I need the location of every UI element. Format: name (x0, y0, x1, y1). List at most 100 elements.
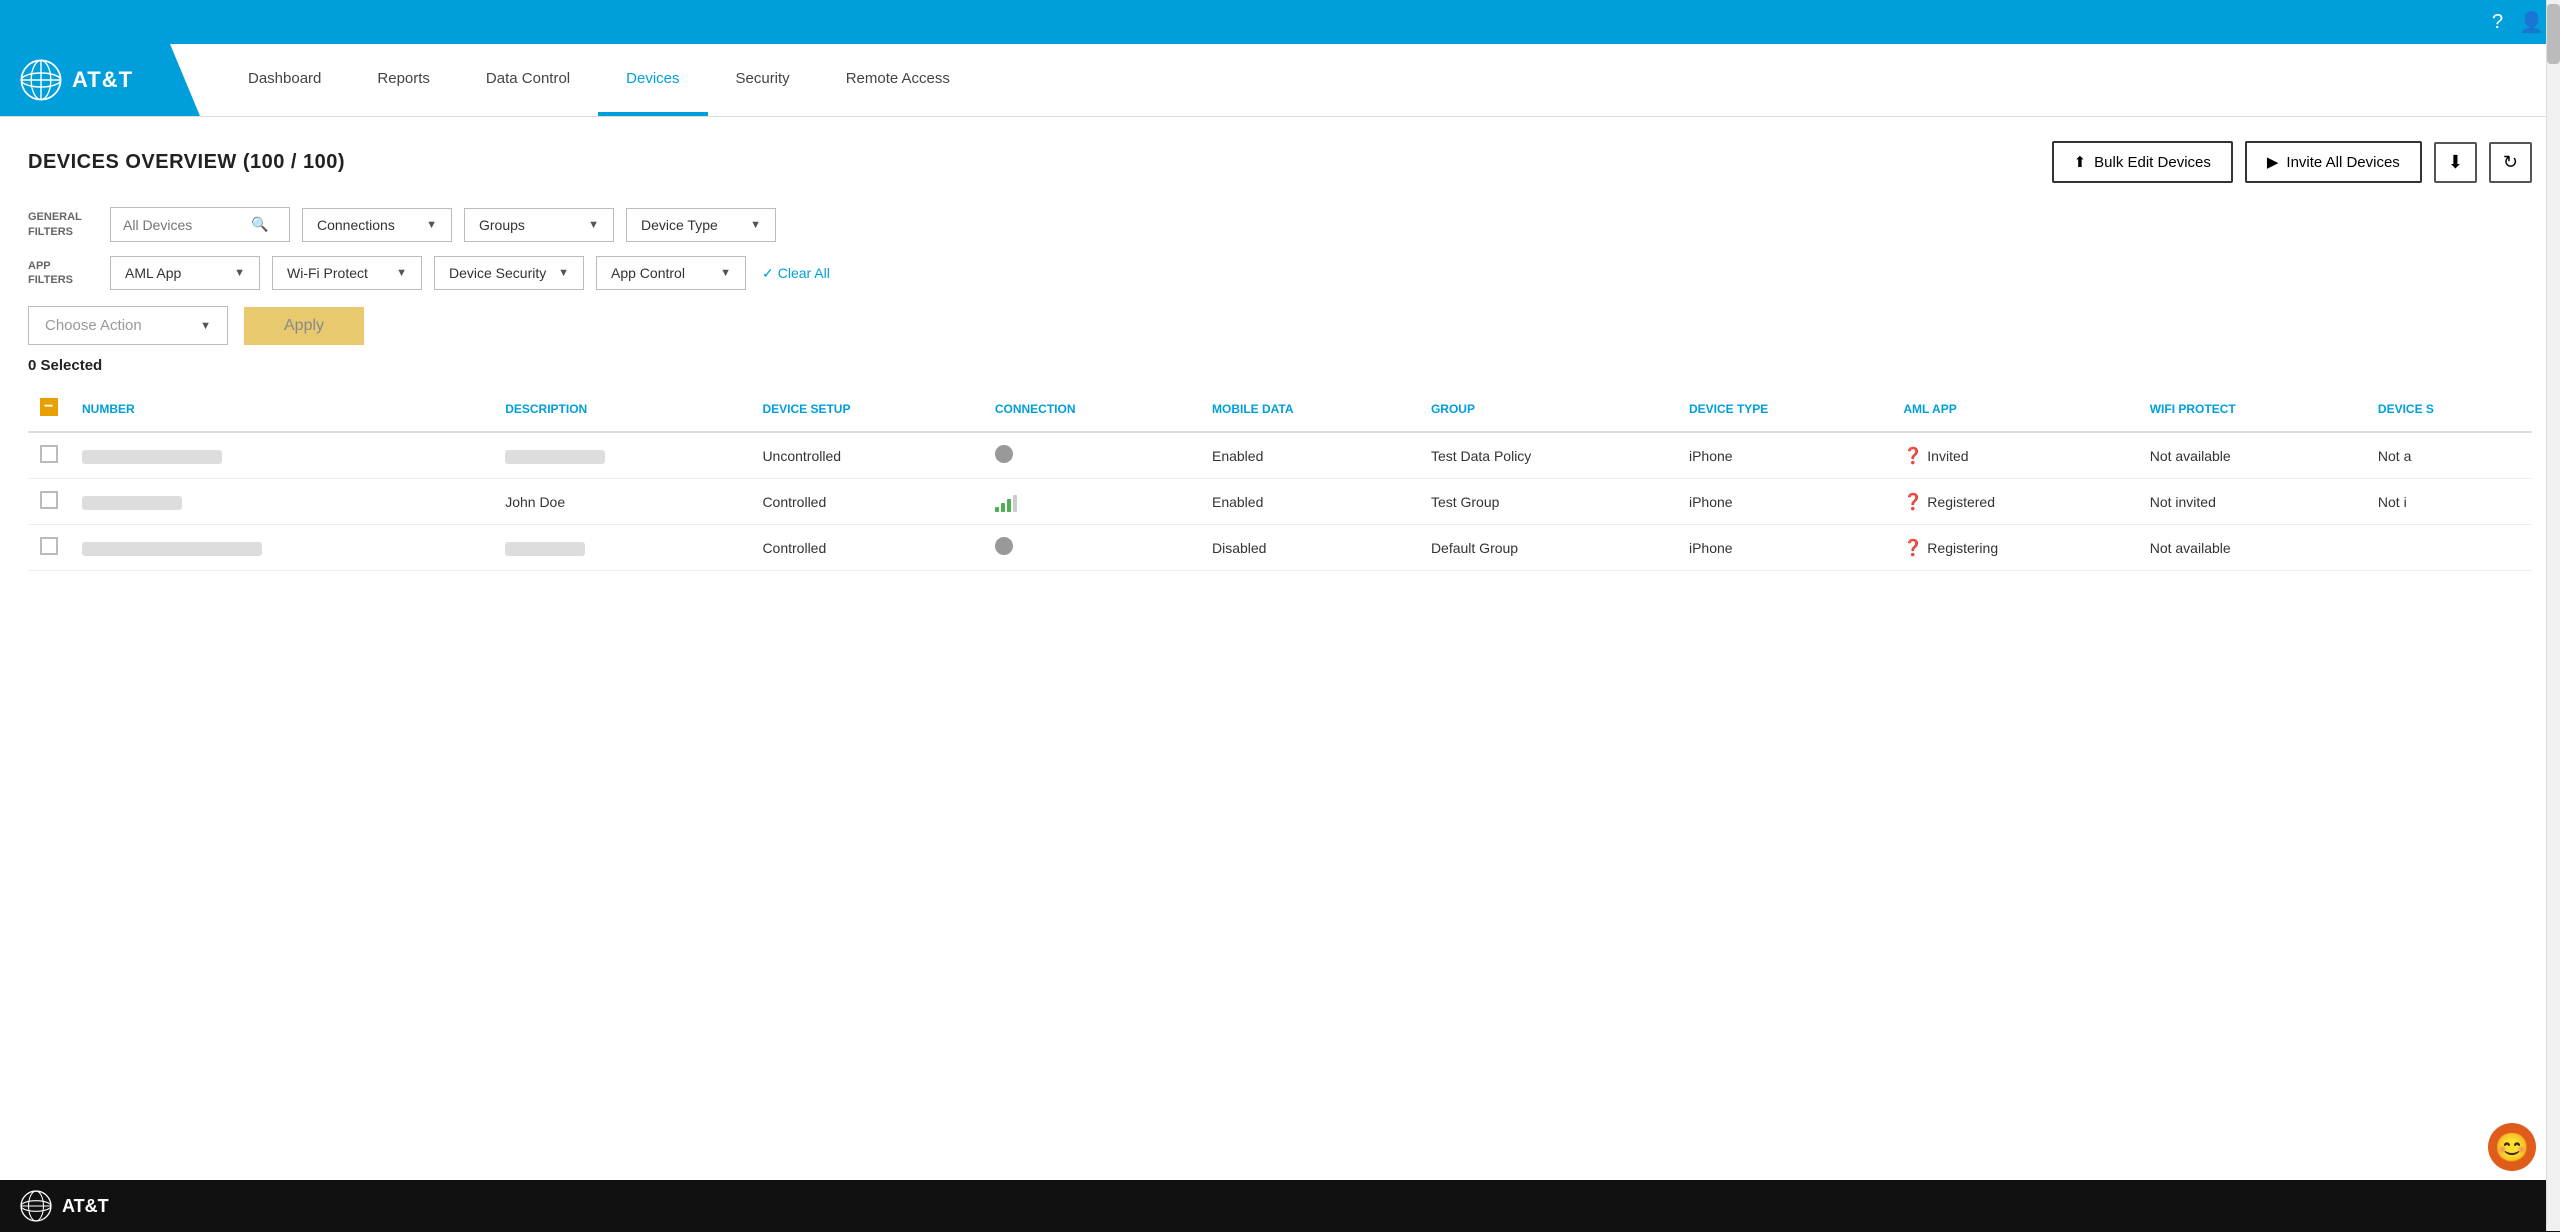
row-checkbox[interactable] (40, 537, 58, 555)
cell-device-setup: Uncontrolled (750, 432, 982, 479)
cell-number (70, 432, 493, 479)
cell-device-security: Not i (2366, 479, 2532, 525)
table-row: John Doe Controlled Enabled Test Group i… (28, 479, 2532, 525)
help-circle-icon: ❓ (1903, 540, 1923, 557)
header-actions: ⬆ Bulk Edit Devices ▶ Invite All Devices… (2052, 141, 2532, 183)
nav-tab-remote-access[interactable]: Remote Access (818, 44, 978, 116)
footer: AT&T (0, 1180, 2560, 1232)
chevron-down-icon: ▼ (558, 267, 569, 279)
main-content: DEVICES OVERVIEW (100 / 100) ⬆ Bulk Edit… (0, 117, 2560, 1180)
logo-area: AT&T (0, 44, 200, 116)
nav-tab-security[interactable]: Security (708, 44, 818, 116)
user-icon[interactable]: 👤 (2519, 10, 2544, 35)
cell-wifi-protect: Not invited (2138, 479, 2366, 525)
connections-dropdown[interactable]: Connections ▼ (302, 208, 452, 242)
chat-agent-icon: 😊 (2495, 1131, 2530, 1164)
scrollbar[interactable] (2546, 0, 2560, 1231)
refresh-button[interactable]: ↻ (2489, 142, 2532, 183)
general-filter-row: GENERAL FILTERS 🔍 Connections ▼ Groups ▼… (28, 207, 2532, 242)
row-checkbox-cell[interactable] (28, 432, 70, 479)
cell-aml-app: ❓Invited (1891, 432, 2137, 479)
invite-all-button[interactable]: ▶ Invite All Devices (2245, 141, 2422, 183)
cell-connection (983, 525, 1200, 571)
table-row: Controlled Disabled Default Group iPhone… (28, 525, 2532, 571)
upload-icon: ⬆ (2074, 153, 2087, 171)
cell-description: John Doe (493, 479, 750, 525)
chevron-down-icon: ▼ (234, 267, 245, 279)
cell-device-setup: Controlled (750, 525, 982, 571)
nav-tab-devices[interactable]: Devices (598, 44, 707, 116)
cell-wifi-protect: Not available (2138, 432, 2366, 479)
col-header-device-s: DEVICE S (2366, 386, 2532, 432)
logo-text: AT&T (72, 67, 133, 93)
att-globe-icon (20, 59, 62, 101)
search-input[interactable] (123, 217, 243, 233)
col-header-aml-app: AML APP (1891, 386, 2137, 432)
arrow-right-icon: ▶ (2267, 153, 2279, 171)
groups-dropdown[interactable]: Groups ▼ (464, 208, 614, 242)
col-header-number: NUMBER (70, 386, 493, 432)
search-icon: 🔍 (251, 216, 268, 233)
nav-tabs: Dashboard Reports Data Control Devices S… (200, 44, 978, 116)
device-type-dropdown[interactable]: Device Type ▼ (626, 208, 776, 242)
clear-all-button[interactable]: ✓ Clear All (762, 265, 830, 282)
select-all-checkbox[interactable] (40, 398, 58, 416)
cell-description (493, 432, 750, 479)
col-header-connection: CONNECTION (983, 386, 1200, 432)
footer-logo-text: AT&T (62, 1196, 109, 1217)
app-control-dropdown[interactable]: App Control ▼ (596, 256, 746, 290)
col-header-wifi-protect: WIFI PROTECT (2138, 386, 2366, 432)
top-bar: ? 👤 (0, 0, 2560, 44)
aml-app-dropdown[interactable]: AML App ▼ (110, 256, 260, 290)
col-header-device-setup: DEVICE SETUP (750, 386, 982, 432)
select-all-header[interactable] (28, 386, 70, 432)
cell-device-security: Not a (2366, 432, 2532, 479)
help-circle-icon: ❓ (1903, 448, 1923, 465)
search-box[interactable]: 🔍 (110, 207, 290, 242)
help-icon[interactable]: ? (2492, 11, 2503, 34)
bulk-edit-button[interactable]: ⬆ Bulk Edit Devices (2052, 141, 2233, 183)
chat-bubble-button[interactable]: 😊 (2488, 1123, 2536, 1171)
help-circle-icon: ❓ (1903, 494, 1923, 511)
chevron-down-icon: ▼ (750, 219, 761, 231)
row-checkbox[interactable] (40, 445, 58, 463)
cell-mobile-data: Enabled (1200, 432, 1419, 479)
device-security-dropdown[interactable]: Device Security ▼ (434, 256, 584, 290)
header: AT&T Dashboard Reports Data Control Devi… (0, 44, 2560, 117)
cell-group: Default Group (1419, 525, 1677, 571)
cell-connection (983, 479, 1200, 525)
cell-device-security (2366, 525, 2532, 571)
wifi-protect-dropdown[interactable]: Wi-Fi Protect ▼ (272, 256, 422, 290)
cell-number (70, 525, 493, 571)
row-checkbox-cell[interactable] (28, 525, 70, 571)
cell-wifi-protect: Not available (2138, 525, 2366, 571)
cell-aml-app: ❓Registering (1891, 525, 2137, 571)
col-header-device-type: DEVICE TYPE (1677, 386, 1891, 432)
connection-dot-icon (995, 537, 1013, 555)
chevron-down-icon: ▼ (200, 320, 211, 332)
nav-tab-dashboard[interactable]: Dashboard (220, 44, 349, 116)
cell-device-type: iPhone (1677, 479, 1891, 525)
apply-button[interactable]: Apply (244, 307, 364, 345)
cell-mobile-data: Enabled (1200, 479, 1419, 525)
cell-device-type: iPhone (1677, 525, 1891, 571)
row-checkbox-cell[interactable] (28, 479, 70, 525)
scrollbar-thumb[interactable] (2547, 4, 2560, 64)
general-filters-label: GENERAL FILTERS (28, 210, 98, 239)
clear-icon: ✓ (762, 265, 774, 282)
cell-group: Test Group (1419, 479, 1677, 525)
page-header: DEVICES OVERVIEW (100 / 100) ⬆ Bulk Edit… (28, 141, 2532, 183)
devices-table: NUMBER DESCRIPTION DEVICE SETUP CONNECTI… (28, 386, 2532, 571)
page-title: DEVICES OVERVIEW (100 / 100) (28, 151, 345, 174)
download-button[interactable]: ⬇ (2434, 142, 2477, 183)
cell-aml-app: ❓Registered (1891, 479, 2137, 525)
row-checkbox[interactable] (40, 491, 58, 509)
selected-count: 0 Selected (28, 357, 2532, 374)
cell-device-type: iPhone (1677, 432, 1891, 479)
chevron-down-icon: ▼ (426, 219, 437, 231)
nav-tab-reports[interactable]: Reports (349, 44, 458, 116)
chevron-down-icon: ▼ (396, 267, 407, 279)
choose-action-dropdown[interactable]: Choose Action ▼ (28, 306, 228, 345)
action-row: Choose Action ▼ Apply (28, 306, 2532, 345)
nav-tab-data-control[interactable]: Data Control (458, 44, 598, 116)
